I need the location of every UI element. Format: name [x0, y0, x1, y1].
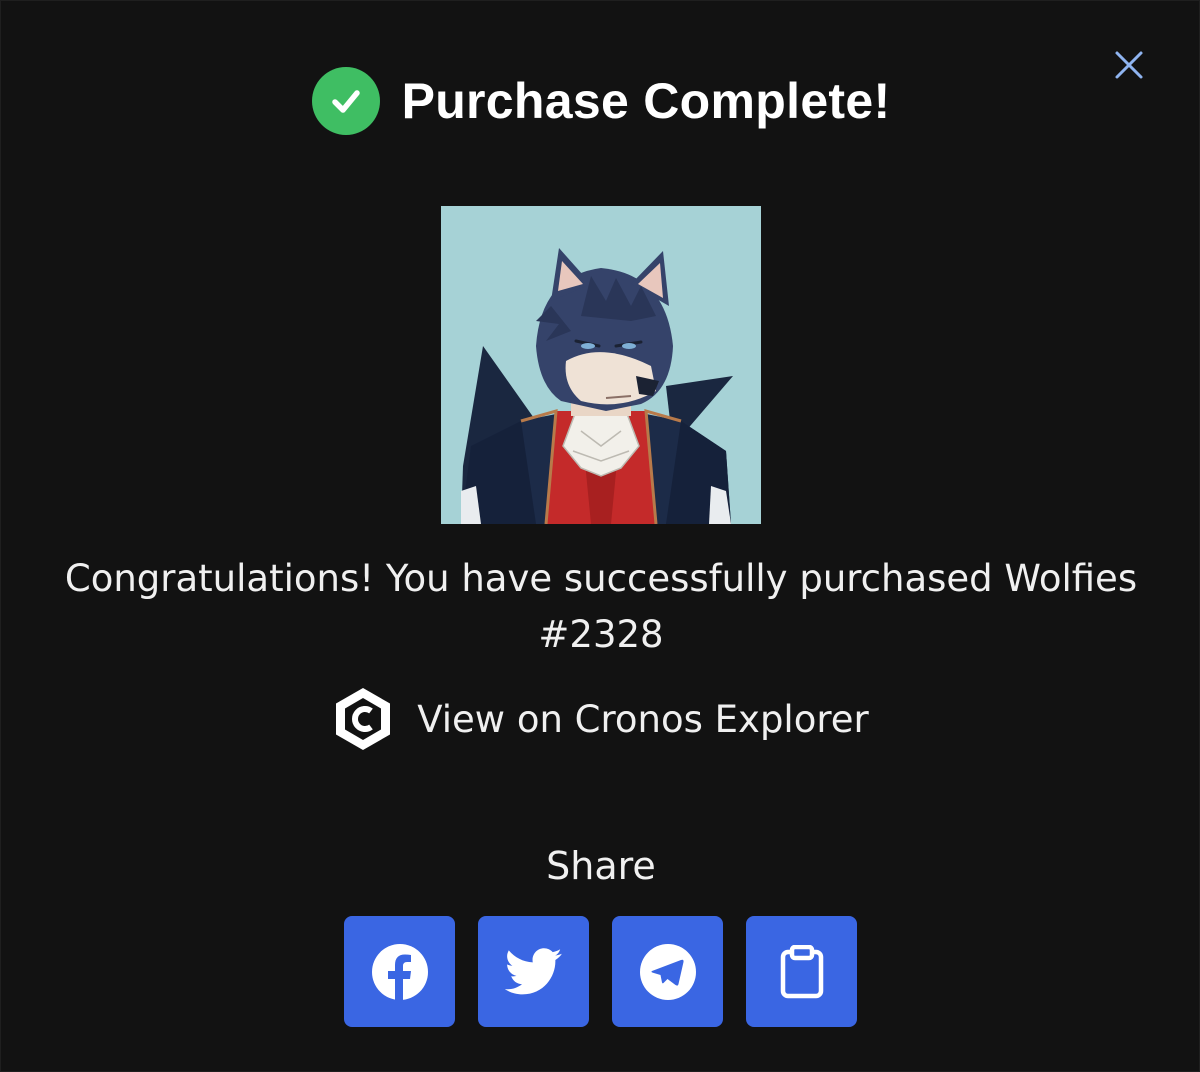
- telegram-icon: [639, 943, 696, 1000]
- share-buttons: [344, 916, 857, 1027]
- explorer-link-label: View on Cronos Explorer: [417, 697, 869, 741]
- twitter-icon: [504, 947, 562, 994]
- share-telegram-button[interactable]: [612, 916, 723, 1027]
- modal-header: Purchase Complete!: [1, 63, 1200, 139]
- check-circle-icon: [311, 67, 380, 135]
- share-twitter-button[interactable]: [478, 916, 589, 1027]
- copy-link-button[interactable]: [746, 916, 857, 1027]
- clipboard-icon: [780, 944, 823, 998]
- nft-image: [441, 206, 761, 524]
- modal-title: Purchase Complete!: [401, 73, 891, 129]
- cronos-logo-icon: [336, 688, 391, 750]
- share-label: Share: [546, 844, 656, 888]
- share-facebook-button[interactable]: [344, 916, 455, 1027]
- success-message: Congratulations! You have successfully p…: [64, 557, 1138, 656]
- view-on-explorer-link[interactable]: View on Cronos Explorer: [1, 684, 1200, 754]
- purchase-complete-modal: Purchase Complete! Congratulations! You …: [0, 0, 1200, 1072]
- facebook-icon: [371, 943, 428, 1000]
